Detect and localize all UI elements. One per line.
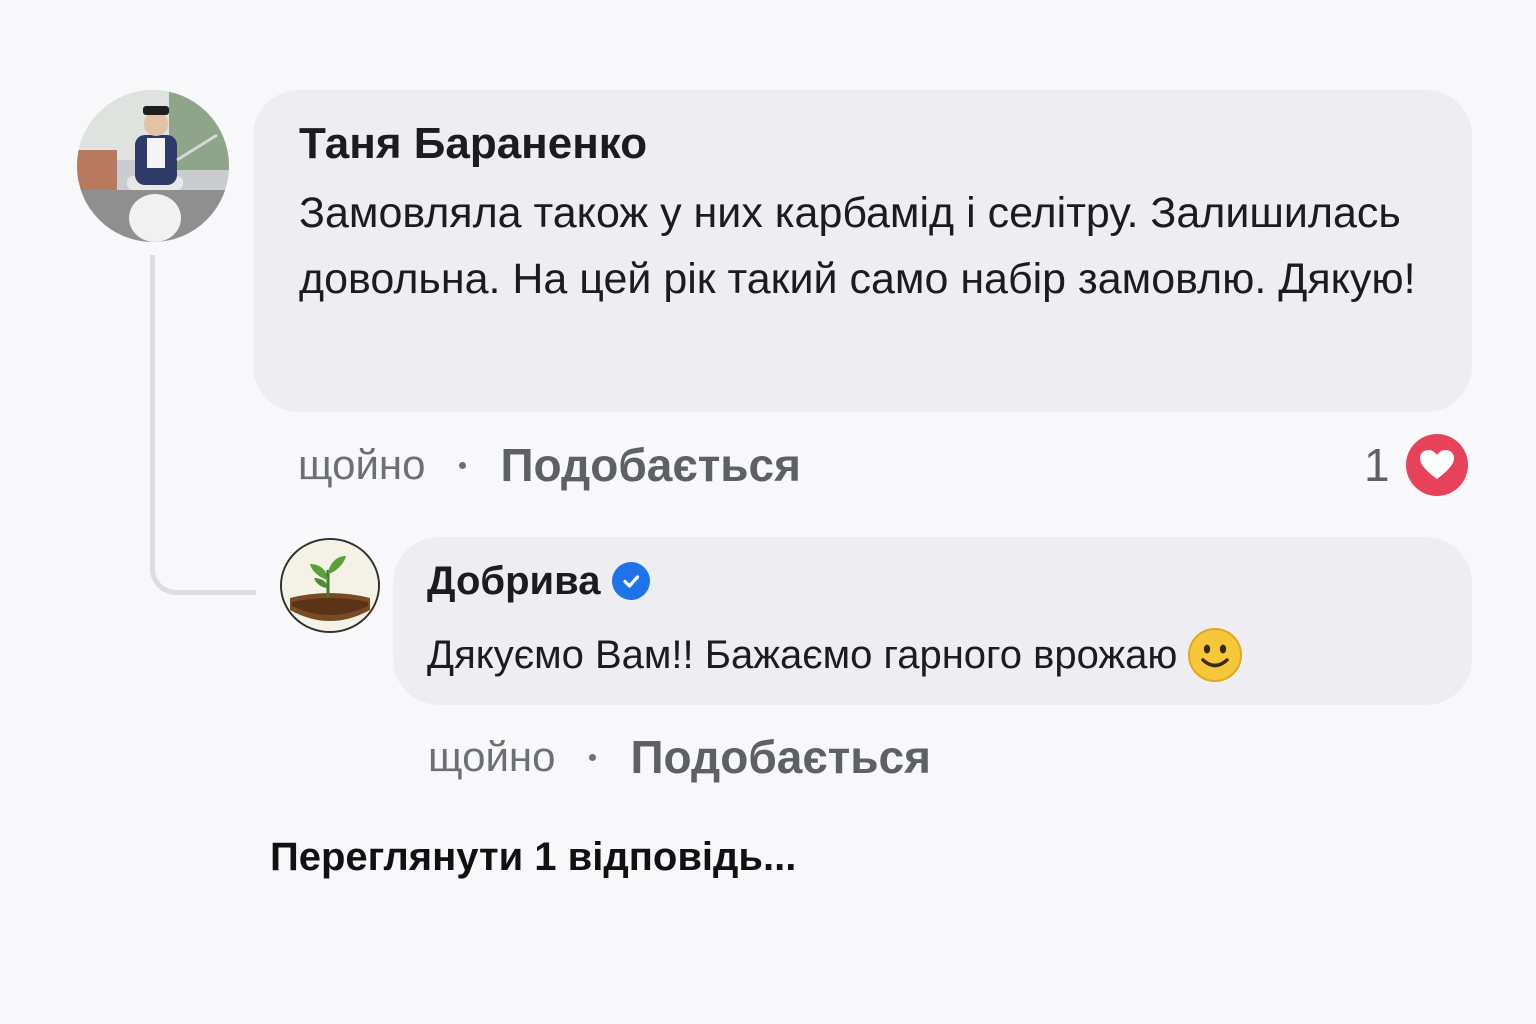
- reaction-count: 1: [1364, 439, 1390, 491]
- reply-timestamp[interactable]: щойно: [428, 733, 555, 781]
- heart-icon: [1405, 434, 1468, 496]
- reply-author-row: Добрива: [427, 555, 1438, 607]
- reply-text: Дякуємо Вам!! Бажаємо гарного врожаю: [427, 633, 1178, 677]
- brand-avatar[interactable]: [280, 538, 380, 633]
- view-replies-link[interactable]: Переглянути 1 відповідь...: [270, 835, 796, 880]
- separator-dot: [459, 461, 467, 469]
- comment-actions: щойно Подобається: [298, 438, 801, 492]
- comment-bubble: Таня Бараненко Замовляла також у них кар…: [253, 90, 1472, 412]
- plant-logo-icon: [282, 540, 378, 631]
- reply-like-button[interactable]: Подобається: [630, 730, 930, 784]
- comment-timestamp[interactable]: щойно: [298, 441, 425, 489]
- reaction-summary[interactable]: 1: [1364, 434, 1468, 496]
- user-photo: [77, 90, 229, 242]
- reply-text-row: Дякуємо Вам!! Бажаємо гарного врожаю: [427, 627, 1438, 683]
- smiling-face-icon: [1188, 628, 1243, 682]
- like-button[interactable]: Подобається: [500, 438, 800, 492]
- reply-author[interactable]: Добрива: [427, 559, 600, 604]
- separator-dot: [589, 753, 597, 761]
- verified-badge-icon: [612, 562, 651, 600]
- thread-connector: [150, 255, 256, 595]
- reply-bubble: Добрива Дякуємо Вам!! Бажаємо гарного вр…: [393, 537, 1472, 705]
- comment-text: Замовляла також у них карбамід і селітру…: [299, 189, 1416, 303]
- reply-actions: щойно Подобається: [428, 730, 931, 784]
- comment-author[interactable]: Таня Бараненко: [299, 114, 1426, 174]
- avatar[interactable]: [77, 90, 229, 242]
